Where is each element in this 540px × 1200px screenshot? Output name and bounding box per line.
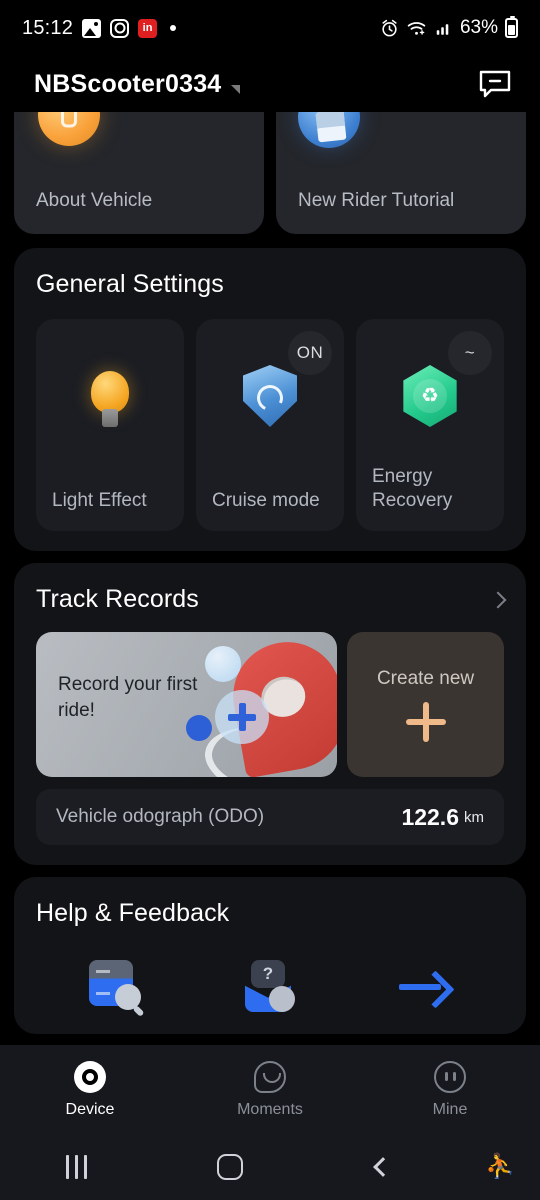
tile-cruise-mode[interactable]: ON Cruise mode	[196, 319, 344, 531]
arrow-right-icon	[397, 972, 455, 1002]
help-feedback-card: Help & Feedback ?	[14, 877, 526, 1034]
status-bar-right: 63%	[380, 16, 518, 39]
status-bar-left: 15:12 in	[22, 17, 380, 40]
tile-light-effect-label: Light Effect	[52, 490, 147, 511]
general-settings-tiles: Light Effect ON Cruise mode ~ ♻ Energy R…	[36, 319, 504, 531]
odometer-row[interactable]: Vehicle odograph (ODO) 122.6 km	[36, 789, 504, 845]
app-screen: 15:12 in 63% NBScooter0334 About Vehicle…	[0, 0, 540, 1200]
linkedin-icon: in	[138, 18, 158, 38]
hexagon-recycle-icon: ♻	[403, 365, 457, 427]
new-rider-tutorial-label: New Rider Tutorial	[298, 190, 455, 211]
new-rider-tutorial-card[interactable]: New Rider Tutorial	[276, 112, 526, 234]
chat-smile-icon	[254, 1060, 286, 1093]
help-feedback-title: Help & Feedback	[36, 899, 230, 927]
accessibility-icon[interactable]: ⛹	[460, 1155, 540, 1179]
tile-energy-recovery-label: Energy Recovery	[372, 466, 453, 511]
general-settings-title: General Settings	[36, 270, 224, 298]
nav-item-mine[interactable]: Mine	[360, 1060, 540, 1119]
track-records-card: Track Records Record your first ride! Cr…	[14, 563, 526, 865]
track-records-row: Record your first ride! Create new	[36, 632, 504, 777]
recents-icon[interactable]	[0, 1155, 153, 1179]
tile-light-effect[interactable]: Light Effect	[36, 319, 184, 531]
instagram-icon	[110, 18, 130, 38]
feedback-item[interactable]: ?	[192, 960, 348, 1014]
more-help-item[interactable]	[348, 972, 504, 1002]
track-records-title: Track Records	[36, 585, 199, 613]
feedback-mail-icon: ?	[241, 960, 299, 1014]
cruise-mode-status-badge[interactable]: ON	[288, 331, 332, 375]
nav-item-moments[interactable]: Moments	[180, 1060, 360, 1119]
plus-icon	[405, 701, 446, 742]
nav-item-device-label: Device	[65, 1100, 115, 1118]
record-first-ride-banner[interactable]: Record your first ride!	[36, 632, 338, 777]
lightbulb-icon	[87, 371, 133, 429]
status-bar: 15:12 in 63%	[0, 0, 540, 56]
general-settings-card: General Settings Light Effect ON Cruise …	[14, 248, 526, 551]
photos-icon	[82, 18, 102, 38]
signal-icon	[436, 24, 449, 35]
system-navigation-bar: ⛹	[0, 1134, 540, 1200]
triangle-caret-icon[interactable]	[231, 84, 241, 94]
nav-item-moments-label: Moments	[237, 1100, 303, 1118]
energy-recovery-status-badge[interactable]: ~	[448, 331, 492, 375]
tile-energy-recovery[interactable]: ~ ♻ Energy Recovery	[356, 319, 504, 531]
coin-info-icon	[38, 112, 100, 146]
back-icon[interactable]	[307, 1157, 460, 1177]
shield-speedometer-icon	[243, 365, 297, 427]
document-tutorial-icon	[298, 112, 360, 148]
record-first-ride-text: Record your first ride!	[58, 674, 198, 721]
device-circle-icon	[74, 1060, 106, 1093]
wifi-icon	[407, 21, 426, 35]
faq-item[interactable]	[36, 960, 192, 1014]
alarm-icon	[382, 19, 397, 36]
scroll-content[interactable]: About Vehicle New Rider Tutorial General…	[0, 112, 540, 1045]
dot-indicator-icon	[170, 25, 177, 31]
chat-minus-icon[interactable]	[478, 69, 512, 99]
create-new-label: Create new	[376, 667, 475, 689]
help-feedback-items: ?	[36, 960, 504, 1014]
quick-links-row: About Vehicle New Rider Tutorial	[14, 112, 526, 234]
create-new-button[interactable]: Create new	[347, 632, 504, 777]
page-title[interactable]: NBScooter0334	[34, 70, 221, 99]
odometer-label: Vehicle odograph (ODO)	[56, 806, 265, 827]
about-vehicle-card[interactable]: About Vehicle	[14, 112, 264, 234]
bottom-navigation: Device Moments Mine	[0, 1045, 540, 1134]
track-records-header: Track Records	[36, 585, 507, 614]
profile-circle-icon	[434, 1060, 466, 1093]
tile-cruise-mode-label: Cruise mode	[212, 490, 320, 511]
nav-item-device[interactable]: Device	[0, 1060, 180, 1119]
about-vehicle-label: About Vehicle	[36, 190, 153, 211]
battery-icon	[505, 16, 518, 38]
odometer-value: 122.6	[401, 803, 459, 830]
battery-percent: 63%	[459, 17, 498, 38]
status-time: 15:12	[22, 16, 74, 39]
nav-item-mine-label: Mine	[432, 1100, 468, 1118]
home-icon[interactable]	[153, 1154, 306, 1180]
chevron-right-icon[interactable]	[489, 591, 507, 608]
app-header: NBScooter0334	[0, 56, 540, 112]
faq-search-icon	[85, 960, 143, 1014]
odometer-unit: km	[464, 808, 484, 826]
